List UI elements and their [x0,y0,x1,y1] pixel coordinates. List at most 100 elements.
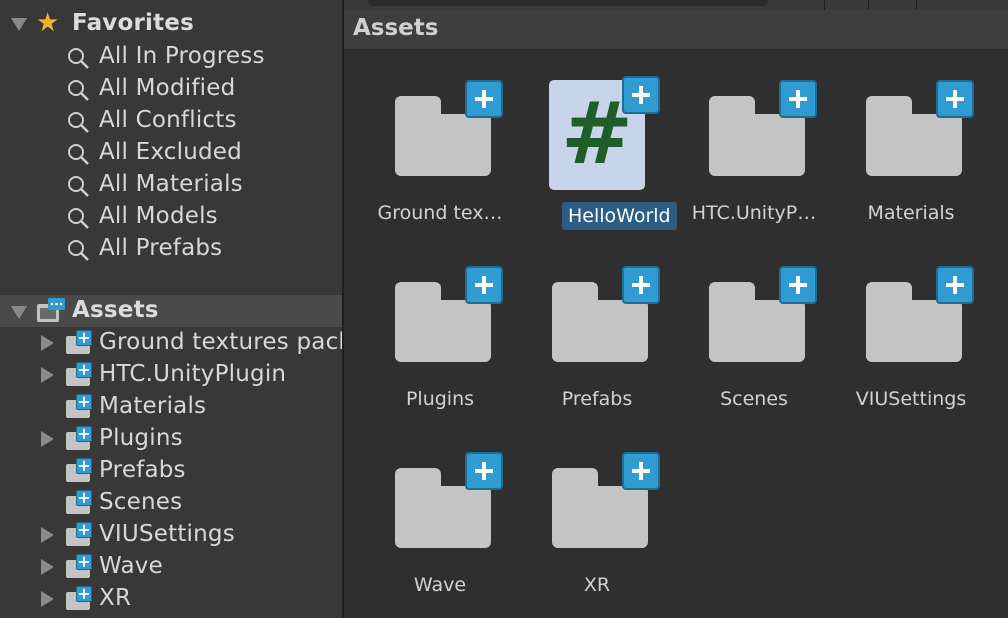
favorite-item-label: All Materials [99,171,243,197]
tree-item-ground-textures-pack[interactable]: + Ground textures pack [0,327,352,359]
asset-label: Ground tex… [377,202,503,224]
asset-label: HTC.UnityP… [691,202,817,224]
asset-tile-helloworld[interactable]: # HelloWorld [522,76,677,240]
search-icon [68,208,89,229]
tree-item-label: Scenes [99,489,183,515]
asset-tile-xr[interactable]: XR [522,452,672,616]
favorite-item[interactable]: All Excluded [0,137,342,169]
asset-label: Scenes [720,388,788,410]
favorite-item-label: All In Progress [99,43,265,69]
collapse-arrow-icon[interactable] [11,18,27,31]
tree-item-label: HTC.UnityPlugin [99,361,287,387]
favorite-item[interactable]: All Models [0,201,342,233]
toolbar-divider [916,0,917,10]
folder-plus-icon: + [66,458,94,484]
favorite-item-label: All Prefabs [99,235,223,261]
collapse-arrow-icon[interactable] [11,306,27,319]
expand-arrow-icon[interactable] [41,559,54,575]
add-badge-icon [622,266,660,304]
folder-plus-icon: + [66,362,94,388]
favorite-item-label: All Modified [99,75,236,101]
asset-tile-prefabs[interactable]: Prefabs [522,266,672,430]
tree-root-assets[interactable]: Assets [0,295,342,327]
asset-tile-ground-textures[interactable]: Ground tex… [365,80,515,244]
favorite-item-label: All Conflicts [99,107,237,133]
search-icon [68,176,89,197]
add-badge-icon [936,266,974,304]
folder-plus-icon: + [66,522,94,548]
search-icon [68,48,89,69]
add-badge-icon [622,76,660,114]
asset-tile-materials[interactable]: Materials [836,80,986,244]
asset-label: Materials [867,202,955,224]
add-badge-icon [465,80,503,118]
asset-tile-htc-unityplugin[interactable]: HTC.UnityP… [679,80,829,244]
expand-arrow-icon[interactable] [41,431,54,447]
toolbar-divider [824,0,825,10]
expand-arrow-icon[interactable] [41,367,54,383]
assets-folder-icon [37,298,65,322]
search-field-edge[interactable] [368,0,768,6]
asset-label: XR [583,574,611,596]
add-badge-icon [779,80,817,118]
tree-root-label: Assets [72,297,159,323]
asset-label: Prefabs [561,388,633,410]
folder-plus-icon: + [66,586,94,612]
add-badge-icon [936,80,974,118]
folder-plus-icon: + [66,490,94,516]
add-badge-icon [465,452,503,490]
favorites-title: Favorites [72,10,194,36]
folder-plus-icon: + [66,554,94,580]
tree-item-wave[interactable]: + Wave [0,551,342,583]
folder-plus-icon: + [66,394,94,420]
asset-tile-plugins[interactable]: Plugins [365,266,515,430]
tree-item-plugins[interactable]: + Plugins [0,423,342,455]
add-badge-icon [622,452,660,490]
tree-item-label: XR [99,585,132,611]
tree-item-label: VIUSettings [99,521,235,547]
expand-arrow-icon[interactable] [41,335,54,351]
asset-label-selected: HelloWorld [562,202,677,230]
favorite-item[interactable]: All In Progress [0,41,342,73]
tree-item-prefabs[interactable]: + Prefabs [0,455,342,487]
expand-arrow-icon[interactable] [41,591,54,607]
search-icon [68,112,89,133]
asset-tile-scenes[interactable]: Scenes [679,266,829,430]
favorite-item[interactable]: All Prefabs [0,233,342,265]
asset-tile-viusettings[interactable]: VIUSettings [836,266,986,430]
asset-label: Wave [413,574,467,596]
tree-item-htc-unityplugin[interactable]: + HTC.UnityPlugin [0,359,342,391]
favorite-item-label: All Models [99,203,218,229]
toolbar-strip [344,0,1008,10]
expand-arrow-icon[interactable] [41,527,54,543]
favorites-header[interactable]: ★ Favorites [0,8,342,40]
tree-item-label: Plugins [99,425,183,451]
toolbar-divider [868,0,869,10]
search-icon [68,240,89,261]
tree-item-label: Materials [99,393,207,419]
tree-item-label: Prefabs [99,457,186,483]
star-icon: ★ [36,8,60,38]
favorite-item-label: All Excluded [99,139,242,165]
favorite-item[interactable]: All Modified [0,73,342,105]
folder-plus-icon: + [66,330,94,356]
breadcrumb: Assets [344,10,1008,50]
asset-label: Plugins [405,388,475,410]
project-tree-panel: ★ Favorites All In Progress All Modified… [0,0,352,618]
breadcrumb-assets[interactable]: Assets [353,15,438,41]
asset-tile-wave[interactable]: Wave [365,452,515,616]
search-icon [68,144,89,165]
search-icon [68,80,89,101]
add-badge-icon [465,266,503,304]
tree-item-materials[interactable]: + Materials [0,391,342,423]
favorite-item[interactable]: All Materials [0,169,342,201]
tree-item-viusettings[interactable]: + VIUSettings [0,519,342,551]
folder-plus-icon: + [66,426,94,452]
asset-label: VIUSettings [855,388,967,410]
tree-item-label: Ground textures pack [99,329,352,355]
tree-item-scenes[interactable]: + Scenes [0,487,342,519]
tree-item-xr[interactable]: + XR [0,583,342,615]
favorite-item[interactable]: All Conflicts [0,105,342,137]
tree-item-label: Wave [99,553,163,579]
add-badge-icon [779,266,817,304]
